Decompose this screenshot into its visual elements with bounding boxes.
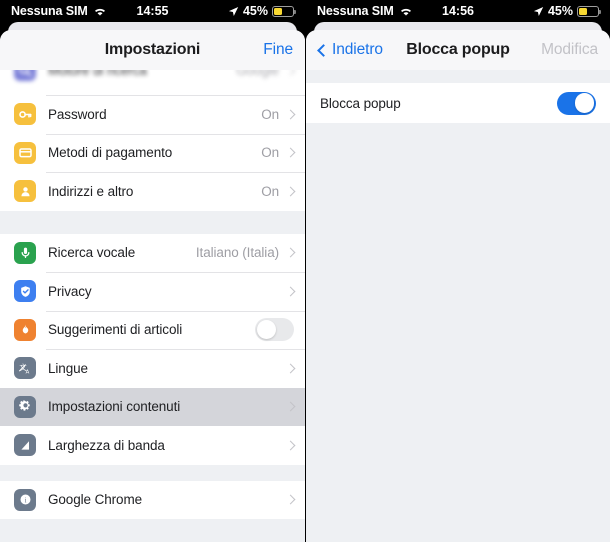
status-bar-right: 45% [533,4,601,18]
carrier-label: Nessuna SIM [11,4,88,18]
battery-percent-label: 45% [547,4,573,18]
list-item-article-suggestions[interactable]: Suggerimenti di articoli [0,310,305,349]
page-title: Impostazioni [104,41,201,58]
done-button[interactable]: Fine [263,41,293,59]
translate-icon: 文A [14,357,36,380]
location-arrow-icon [228,6,239,17]
list-item-password[interactable]: Password On [0,95,305,134]
key-icon [14,103,36,126]
left-settings-sheet: Impostazioni Fine Motore di ricerca Goog… [0,30,305,542]
battery-low-power-icon [272,5,296,17]
list-item-value: On [261,183,279,199]
list-item-value: On [261,145,279,161]
chevron-right-icon [285,494,296,505]
status-bar-right: 45% [228,4,296,18]
chevron-left-icon [317,43,330,57]
chevron-right-icon [285,186,296,197]
section-divider-1 [0,210,305,234]
battery-percent-label: 45% [242,4,268,18]
person-icon [14,180,36,203]
chevron-right-icon [285,247,296,258]
popup-settings-list[interactable]: Blocca popup [306,70,610,542]
left-nav-bar: Impostazioni Fine [0,30,305,70]
list-item-label: Blocca popup [320,95,401,111]
battery-low-power-icon [577,5,601,17]
location-arrow-icon [533,6,544,17]
edit-button[interactable]: Modifica [541,41,598,59]
list-item-value: Italiano (Italia) [195,245,279,261]
list-item-voice-search[interactable]: Ricerca vocale Italiano (Italia) [0,233,305,272]
list-item-label: Motore di ricerca [48,70,147,78]
wifi-icon [399,6,413,17]
left-status-bar: Nessuna SIM 14:55 45% [0,0,305,22]
settings-group-1: Motore di ricerca Google Password On Met… [0,70,305,211]
list-item-value: On [261,106,279,122]
list-item-privacy[interactable]: Privacy [0,272,305,311]
list-item-search-engine[interactable]: Motore di ricerca Google [0,70,305,95]
settings-list[interactable]: Motore di ricerca Google Password On Met… [0,70,305,542]
right-phone-screenshot: Nessuna SIM 14:56 45% Indietro Blocca po… [305,0,610,542]
back-button-label: Indietro [332,41,383,58]
list-item-value: Google [236,70,279,78]
carrier-label: Nessuna SIM [317,4,394,18]
list-item-label: Lingue [48,360,88,376]
back-button[interactable]: Indietro [317,41,383,59]
popup-group: Blocca popup [306,83,610,123]
status-bar-left: Nessuna SIM [317,4,413,18]
list-item-label: Ricerca vocale [48,245,136,261]
status-bar-left: Nessuna SIM [11,4,107,18]
top-spacer [306,70,610,83]
shield-check-icon [14,280,36,303]
list-item-label: Password [48,106,107,122]
list-item-google-chrome[interactable]: i Google Chrome [0,480,305,519]
right-settings-sheet: Indietro Blocca popup Modifica Blocca po… [306,30,610,542]
search-engine-icon [14,70,36,81]
list-item-payment-methods[interactable]: Metodi di pagamento On [0,133,305,172]
list-item-label: Indirizzi e altro [48,183,134,199]
info-icon: i [14,488,36,511]
section-divider-2 [0,464,305,481]
microphone-icon [14,241,36,264]
svg-text:i: i [24,497,26,505]
chevron-right-icon [285,440,296,451]
chevron-right-icon [285,109,296,120]
list-item-label: Privacy [48,283,92,299]
block-popups-toggle[interactable] [557,91,596,115]
list-item-content-settings[interactable]: Impostazioni contenuti [0,387,305,426]
chevron-right-icon [285,147,296,158]
credit-card-icon [14,141,36,164]
list-item-label: Metodi di pagamento [48,145,173,161]
settings-group-3: i Google Chrome [0,480,305,519]
settings-group-2: Ricerca vocale Italiano (Italia) Privacy [0,233,305,465]
dual-screenshot-container: Nessuna SIM 14:55 45% Impostazioni Fine … [0,0,610,542]
chevron-right-icon [285,70,296,75]
right-nav-bar: Indietro Blocca popup Modifica [306,30,610,70]
list-item-label: Impostazioni contenuti [48,399,181,415]
list-bottom-spacer [0,519,305,542]
chevron-right-icon [285,286,296,297]
right-status-bar: Nessuna SIM 14:56 45% [306,0,610,22]
gear-icon [14,395,36,418]
list-item-bandwidth[interactable]: Larghezza di banda [0,426,305,465]
svg-text:A: A [25,369,29,375]
article-suggestions-toggle[interactable] [255,318,294,342]
list-item-block-popups[interactable]: Blocca popup [306,83,610,123]
list-item-languages[interactable]: 文A Lingue [0,349,305,388]
list-item-label: Suggerimenti di articoli [48,322,183,338]
list-item-addresses[interactable]: Indirizzi e altro On [0,172,305,211]
bandwidth-icon [14,434,36,457]
wifi-icon [93,6,107,17]
chevron-right-icon [285,363,296,374]
left-phone-screenshot: Nessuna SIM 14:55 45% Impostazioni Fine … [0,0,305,542]
list-item-label: Larghezza di banda [48,437,165,453]
chevron-right-icon [285,401,296,412]
list-item-label: Google Chrome [48,492,142,508]
flame-icon [14,318,36,341]
